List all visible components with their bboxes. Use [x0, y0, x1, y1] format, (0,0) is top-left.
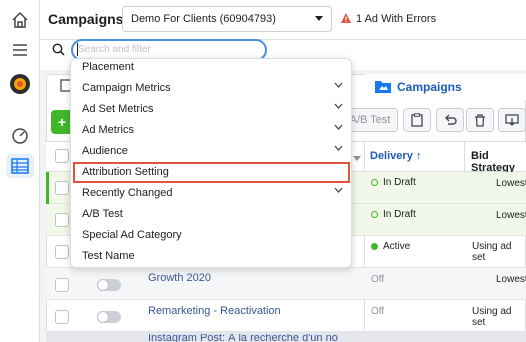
menu-item-ad-set-metrics[interactable]: Ad Set Metrics — [71, 99, 351, 120]
avatar[interactable] — [6, 72, 34, 96]
chevron-down-icon — [334, 187, 343, 193]
row-checkbox[interactable] — [55, 245, 69, 259]
warning-icon — [340, 12, 352, 27]
bid-strategy-cell: Lowest — [496, 274, 526, 285]
campaign-name-link[interactable]: Instagram Post: À la recherche d'un nouv… — [148, 334, 338, 342]
delivery-status: Off — [371, 274, 385, 285]
bid-strategy-cell: Using ad set — [472, 241, 512, 263]
row-checkbox[interactable] — [55, 310, 69, 324]
bid-strategy-cell: Lowest — [496, 210, 526, 221]
delivery-status: Off — [371, 306, 385, 317]
status-dot — [371, 211, 378, 218]
home-icon[interactable] — [6, 8, 34, 32]
menu-item-label: Special Ad Category — [82, 229, 182, 241]
status-dot — [371, 243, 378, 250]
row-checkbox[interactable] — [55, 278, 69, 292]
folder-icon — [375, 80, 391, 96]
chevron-down-icon[interactable] — [353, 153, 361, 165]
ab-test-label: A/B Test — [349, 114, 391, 126]
search-placeholder: Search and filter — [78, 44, 151, 55]
left-rail — [0, 0, 40, 342]
chevron-down-icon — [334, 82, 343, 88]
campaign-name-link[interactable]: Remarketing - Reactivation — [148, 305, 281, 317]
menu-item-label: Campaign Metrics — [82, 82, 171, 94]
menu-item-label: Attribution Setting — [82, 166, 169, 178]
menu-item-test-name[interactable]: Test Name — [71, 246, 351, 267]
menu-item-label: Audience — [82, 145, 128, 157]
search-icon — [52, 43, 65, 59]
tab-campaigns-label: Campaigns — [397, 80, 462, 94]
delete-button[interactable] — [466, 108, 494, 132]
dashboard-icon[interactable] — [6, 123, 34, 147]
delivery-status: Active — [383, 241, 411, 252]
bid-strategy-cell: Using ad set — [472, 306, 512, 328]
row-checkbox[interactable] — [55, 181, 69, 195]
menu-item-audience[interactable]: Audience — [71, 141, 351, 162]
chevron-down-icon — [334, 103, 343, 109]
campaign-name-link[interactable]: Growth 2020 — [148, 272, 211, 284]
export-button[interactable] — [498, 108, 526, 132]
delivery-status: In Draft — [383, 177, 416, 188]
column-divider — [464, 141, 465, 172]
undo-icon — [444, 114, 457, 125]
menu-icon[interactable] — [6, 38, 34, 62]
menu-item-placement[interactable]: Placement — [71, 59, 351, 78]
menu-item-attribution-setting[interactable]: Attribution Setting — [73, 162, 350, 183]
filter-dropdown-menu: Placement Campaign Metrics Ad Set Metric… — [70, 58, 352, 268]
menu-item-label: Test Name — [82, 250, 135, 262]
export-icon — [505, 114, 519, 126]
table-icon[interactable] — [6, 154, 34, 178]
toggle-knob — [97, 311, 109, 323]
clipboard-icon — [411, 113, 423, 127]
menu-item-ab-test[interactable]: A/B Test — [71, 204, 351, 225]
menu-item-special-ad-category[interactable]: Special Ad Category — [71, 225, 351, 246]
menu-item-label: Recently Changed — [82, 187, 173, 199]
delivery-status: In Draft — [383, 209, 416, 220]
chevron-down-icon — [334, 124, 343, 130]
status-dot — [371, 179, 378, 186]
column-header-delivery[interactable]: Delivery ↑ — [370, 150, 421, 162]
menu-item-campaign-metrics[interactable]: Campaign Metrics — [71, 78, 351, 99]
page-title: Campaigns — [48, 11, 124, 27]
error-status-link[interactable]: 1 Ad With Errors — [356, 13, 436, 25]
row-checkbox[interactable] — [55, 213, 69, 227]
account-selector-label: Demo For Clients (60904793) — [131, 13, 276, 25]
menu-item-label: Ad Set Metrics — [82, 103, 154, 115]
trash-icon — [475, 113, 485, 127]
chevron-down-icon — [314, 14, 324, 26]
toggle-knob — [97, 279, 109, 291]
column-header-bid-strategy[interactable]: Bid Strategy — [471, 150, 526, 174]
menu-item-label: Placement — [82, 61, 134, 73]
menu-item-ad-metrics[interactable]: Ad Metrics — [71, 120, 351, 141]
menu-item-label: Ad Metrics — [82, 124, 134, 136]
menu-item-recently-changed[interactable]: Recently Changed — [71, 183, 351, 204]
menu-item-label: A/B Test — [82, 208, 123, 220]
bid-strategy-cell: Lowest — [496, 178, 526, 189]
duplicate-button[interactable] — [403, 108, 431, 132]
chevron-down-icon — [334, 145, 343, 151]
select-all-checkbox[interactable] — [55, 149, 69, 163]
undo-button[interactable] — [436, 108, 464, 132]
